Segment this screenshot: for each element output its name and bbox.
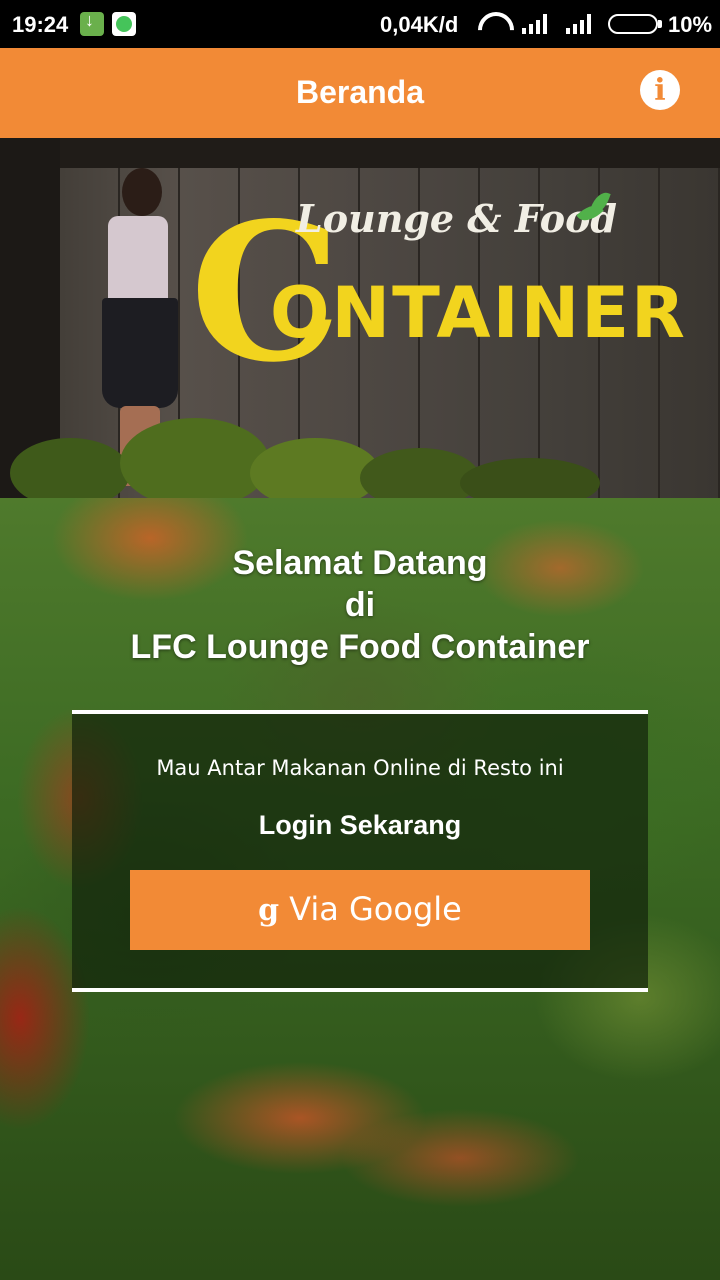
google-button-label: Via Google	[289, 890, 462, 928]
content-area: Selamat Datang di LFC Lounge Food Contai…	[0, 498, 720, 1280]
google-icon: g	[258, 893, 280, 928]
wifi-icon	[476, 12, 508, 34]
whatsapp-icon	[112, 12, 136, 36]
login-panel: Mau Antar Makanan Online di Resto ini Lo…	[72, 710, 648, 992]
logo-lounge-food: Lounge & Food	[296, 196, 617, 241]
info-button[interactable]: i	[640, 70, 680, 110]
leaf-icon	[574, 189, 614, 230]
login-subtitle: Mau Antar Makanan Online di Resto ini	[156, 756, 564, 780]
signal-icon	[520, 14, 550, 34]
status-bar: 19:24 0,04K/d 10%	[0, 0, 720, 48]
network-speed: 0,04K/d	[380, 12, 459, 37]
logo-container: ONTAINER	[270, 272, 687, 354]
welcome-line-2: di	[344, 586, 376, 624]
banner-plants	[0, 408, 720, 498]
download-icon	[80, 10, 104, 36]
restaurant-banner-image: C Lounge & Food ONTAINER	[0, 138, 720, 498]
welcome-line-1: Selamat Datang	[232, 544, 488, 582]
battery-icon	[608, 14, 662, 34]
signal-icon	[564, 14, 594, 34]
banner-sky	[60, 138, 720, 168]
welcome-text: Selamat Datang di LFC Lounge Food Contai…	[0, 542, 720, 668]
welcome-line-3: LFC Lounge Food Container	[130, 628, 590, 666]
app-bar: Beranda i	[0, 48, 720, 138]
login-title: Login Sekarang	[258, 810, 462, 840]
status-time: 19:24	[12, 12, 69, 37]
info-icon: i	[654, 73, 666, 108]
google-login-button[interactable]: g Via Google	[130, 870, 590, 950]
battery-percent: 10%	[668, 12, 713, 37]
page-title: Beranda	[295, 74, 425, 110]
